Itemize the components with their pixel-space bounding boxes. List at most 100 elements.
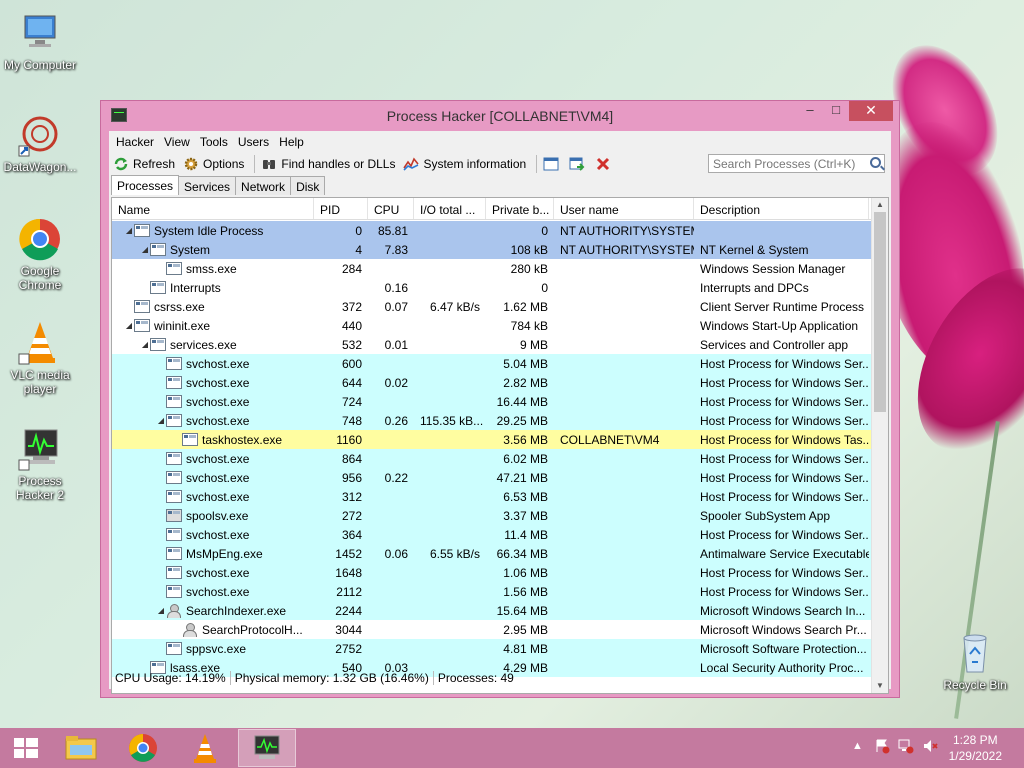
process-icon: [166, 566, 182, 579]
process-row[interactable]: ◢ SearchIndexer.exe 2244 15.64 MB Microsoft …: [112, 601, 871, 620]
description-cell: NT Kernel & System: [700, 242, 809, 257]
process-row[interactable]: svchost.exe 864 6.02 MB Host Process for Wi…: [112, 449, 871, 468]
window-arrow-icon: [569, 156, 585, 172]
process-row[interactable]: csrss.exe 372 0.07 6.47 kB/s 1.62 MB Client S…: [112, 297, 871, 316]
terminate-button[interactable]: [595, 156, 615, 172]
process-row[interactable]: svchost.exe 956 0.22 47.21 MB Host Process f…: [112, 468, 871, 487]
expand-toggle-icon[interactable]: ◢: [156, 416, 166, 425]
column-header-description[interactable]: Description: [694, 198, 869, 219]
process-row[interactable]: svchost.exe 600 5.04 MB Host Process for Wi…: [112, 354, 871, 373]
go-to-window-button[interactable]: [569, 156, 589, 172]
process-hacker-icon: [17, 426, 63, 472]
desktop-icon-process-hacker[interactable]: Process Hacker 2: [0, 426, 80, 502]
expand-toggle-icon[interactable]: ◢: [124, 321, 134, 330]
process-name-cell: svchost.exe: [112, 566, 314, 580]
menu-help[interactable]: Help: [274, 135, 309, 149]
process-row[interactable]: svchost.exe 724 16.44 MB Host Process for W…: [112, 392, 871, 411]
column-header-pid[interactable]: PID: [314, 198, 368, 219]
process-row[interactable]: smss.exe 284 280 kB Windows Session Manager: [112, 259, 871, 278]
column-header-io-total[interactable]: I/O total ...: [414, 198, 486, 219]
taskbar-chrome[interactable]: [114, 729, 172, 767]
scrollbar-thumb[interactable]: [874, 212, 886, 412]
search-icon[interactable]: [870, 157, 881, 168]
process-name-cell: svchost.exe: [112, 471, 314, 485]
menu-tools[interactable]: Tools: [195, 135, 233, 149]
process-icon: [134, 224, 150, 237]
network-icon[interactable]: [898, 738, 914, 757]
options-button[interactable]: Options: [183, 156, 244, 172]
expand-toggle-icon[interactable]: ◢: [140, 245, 150, 254]
process-row[interactable]: taskhostex.exe 1160 3.56 MB COLLABNET\VM4 Ho…: [112, 430, 871, 449]
menu-hacker[interactable]: Hacker: [111, 135, 159, 149]
desktop-icon-google-chrome[interactable]: Google Chrome: [0, 216, 80, 292]
column-header-cpu[interactable]: CPU: [368, 198, 414, 219]
search-processes-input[interactable]: Search Processes (Ctrl+K): [708, 154, 885, 173]
process-row[interactable]: Interrupts 0.16 0 Interrupts and DPCs: [112, 278, 871, 297]
start-button[interactable]: [2, 729, 50, 767]
column-header-row: Name PID CPU I/O total ... Private b... …: [112, 198, 888, 220]
minimize-icon[interactable]: –: [797, 101, 823, 121]
menu-users[interactable]: Users: [233, 135, 274, 149]
desktop-icon-vlc[interactable]: VLC media player: [0, 320, 80, 396]
process-row[interactable]: ◢ System Idle Process 0 85.81 0 NT AUTHORITY\…: [112, 221, 871, 240]
process-name-cell: SearchProtocolH...: [112, 623, 314, 637]
process-row[interactable]: svchost.exe 644 0.02 2.82 MB Host Process fo…: [112, 373, 871, 392]
desktop-icon-my-computer[interactable]: My Computer: [0, 10, 80, 72]
refresh-button[interactable]: Refresh: [113, 156, 175, 172]
tab-processes[interactable]: Processes: [111, 175, 180, 195]
find-handles-button[interactable]: Find handles or DLLs: [261, 156, 395, 172]
system-information-button[interactable]: System information: [403, 156, 526, 172]
process-row[interactable]: ◢ System 4 7.83 108 kB NT AUTHORITY\SYSTEM NT …: [112, 240, 871, 259]
expand-toggle-icon[interactable]: ◢: [156, 606, 166, 615]
pid-cell: 372: [341, 299, 362, 314]
status-process-count: Processes: 49: [437, 671, 514, 685]
process-row[interactable]: svchost.exe 364 11.4 MB Host Process for Wi…: [112, 525, 871, 544]
window-controls: – □ ✕: [797, 101, 893, 121]
process-row[interactable]: svchost.exe 312 6.53 MB Host Process for Wi…: [112, 487, 871, 506]
io-total-cell: 6.47 kB/s: [429, 299, 480, 314]
expand-toggle-icon[interactable]: ◢: [140, 340, 150, 349]
process-row[interactable]: ◢ services.exe 532 0.01 9 MB Services and Con…: [112, 335, 871, 354]
pid-cell: 0: [355, 223, 362, 238]
scroll-up-icon[interactable]: ▲: [872, 198, 888, 212]
process-row[interactable]: ◢ wininit.exe 440 784 kB Windows Start-Up Ap…: [112, 316, 871, 335]
private-bytes-cell: 1.06 MB: [503, 565, 548, 580]
desktop-icon-recycle-bin[interactable]: Recycle Bin: [935, 630, 1015, 692]
process-row[interactable]: spoolsv.exe 272 3.37 MB Spooler SubSystem A…: [112, 506, 871, 525]
column-header-name[interactable]: Name: [112, 198, 314, 219]
vertical-scrollbar[interactable]: ▲ ▼: [871, 198, 888, 693]
taskbar-file-explorer[interactable]: [52, 729, 110, 767]
process-row[interactable]: ◢ svchost.exe 748 0.26 115.35 kB... 29.25 MB H…: [112, 411, 871, 430]
process-name-cell: taskhostex.exe: [112, 433, 314, 447]
system-clock[interactable]: 1:28 PM 1/29/2022: [949, 732, 1002, 764]
column-header-private-bytes[interactable]: Private b...: [486, 198, 554, 219]
tab-disk[interactable]: Disk: [290, 176, 326, 195]
desktop-icon-datawagon[interactable]: DataWagon...: [0, 112, 80, 174]
process-icon: [150, 281, 166, 294]
tab-network[interactable]: Network: [235, 176, 292, 195]
maximize-icon[interactable]: □: [823, 101, 849, 121]
window-icon-button[interactable]: [543, 156, 563, 172]
process-row[interactable]: svchost.exe 1648 1.06 MB Host Process for W…: [112, 563, 871, 582]
taskbar-process-hacker[interactable]: [238, 729, 296, 767]
window-icon: [543, 156, 559, 172]
process-row[interactable]: SearchProtocolH... 3044 2.95 MB Microsoft W…: [112, 620, 871, 639]
process-row[interactable]: svchost.exe 2112 1.56 MB Host Process for W…: [112, 582, 871, 601]
process-row[interactable]: sppsvc.exe 2752 4.81 MB Microsoft Software …: [112, 639, 871, 658]
user-name-cell: NT AUTHORITY\SYSTEM: [560, 242, 694, 257]
show-hidden-icons[interactable]: ▲: [852, 740, 863, 752]
taskbar-vlc[interactable]: [176, 729, 234, 767]
process-icon: [134, 319, 150, 332]
pid-cell: 3044: [335, 622, 362, 637]
tab-services[interactable]: Services: [178, 176, 237, 195]
column-header-user-name[interactable]: User name: [554, 198, 694, 219]
expand-toggle-icon[interactable]: ◢: [124, 226, 134, 235]
action-center-icon[interactable]: [874, 738, 890, 757]
close-icon[interactable]: ✕: [849, 101, 893, 121]
title-bar[interactable]: Process Hacker [COLLABNET\VM4] – □ ✕: [101, 101, 899, 131]
process-row[interactable]: MsMpEng.exe 1452 0.06 6.55 kB/s 66.34 MB Anti…: [112, 544, 871, 563]
volume-muted-icon[interactable]: [922, 738, 938, 757]
private-bytes-cell: 2.95 MB: [503, 622, 548, 637]
process-icon: [166, 547, 182, 560]
menu-view[interactable]: View: [159, 135, 195, 149]
